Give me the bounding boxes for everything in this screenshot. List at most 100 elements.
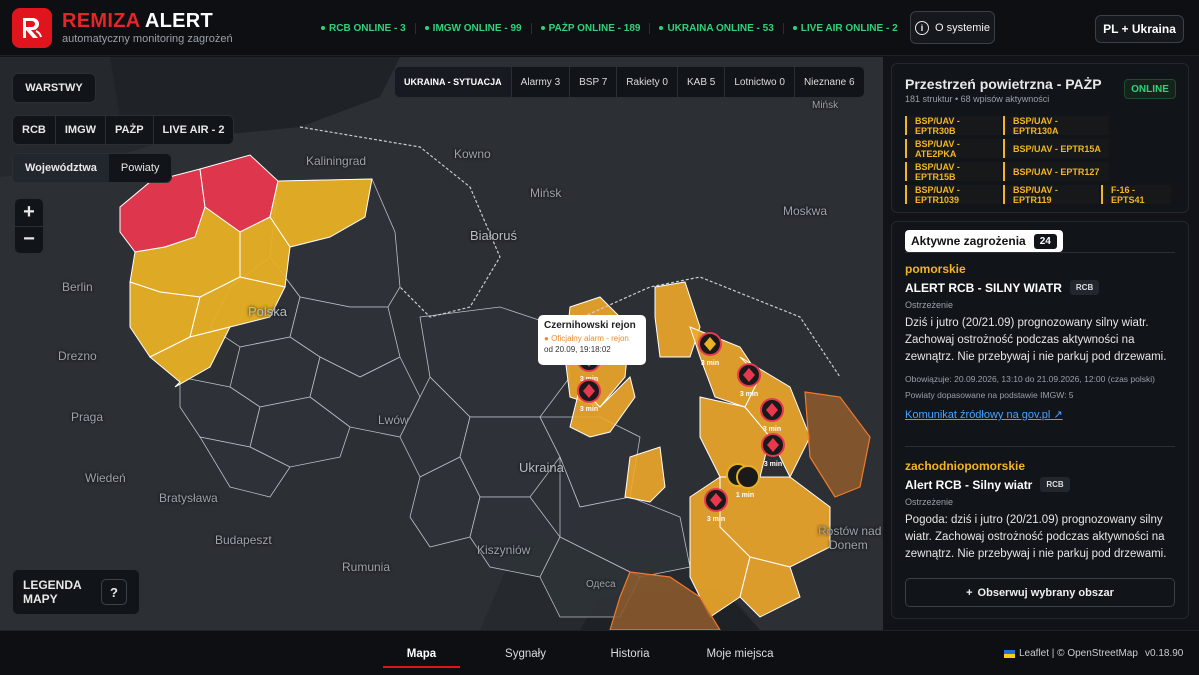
map-label-praga: Praga bbox=[71, 410, 104, 424]
map-label-moskwa: Moskwa bbox=[783, 204, 828, 218]
threat-marker[interactable]: 3 min bbox=[698, 332, 722, 367]
map-label-berlin: Berlin bbox=[62, 280, 93, 294]
layer-tab-pazp[interactable]: PAŻP bbox=[105, 116, 153, 144]
zoom-out-button[interactable]: − bbox=[15, 227, 43, 254]
nav-moje-miejsca[interactable]: Moje miejsca bbox=[700, 631, 780, 675]
airspace-chip[interactable]: BSP/UAV - EPTR130A bbox=[1003, 116, 1109, 136]
situation-tab-nieznane[interactable]: Nieznane 6 bbox=[793, 67, 864, 97]
region-tab-powiaty[interactable]: Powiaty bbox=[109, 154, 172, 182]
legend-button[interactable]: LEGENDA MAPY ? bbox=[12, 569, 140, 615]
situation-tab-summary[interactable]: UKRAINA - SYTUACJA bbox=[395, 67, 511, 97]
brand-name: REMIZA ALERT bbox=[62, 10, 213, 33]
nav-mapa[interactable]: Mapa bbox=[383, 631, 460, 675]
threat-marker[interactable]: 3 min bbox=[737, 363, 761, 398]
airspace-chip[interactable]: BSP/UAV - EPTR30B bbox=[905, 116, 1001, 136]
situation-tabs: UKRAINA - SYTUACJA Alarmy 3 BSP 7 Rakiet… bbox=[394, 66, 865, 98]
threat-marker[interactable]: 3 min bbox=[761, 433, 785, 468]
nav-sygnaly[interactable]: Sygnały bbox=[492, 631, 559, 675]
region-tabs: Województwa Powiaty bbox=[12, 153, 173, 183]
alert-type: Ostrzeżenie bbox=[905, 300, 954, 310]
map-label-bratyslawa: Bratysława bbox=[159, 491, 218, 505]
map-label-budapeszt: Budapeszt bbox=[215, 533, 272, 547]
help-icon[interactable]: ? bbox=[101, 579, 127, 605]
popup-alarm: ● Oficjalny alarm - rejon bbox=[544, 334, 629, 343]
map-label-rostow-2: Donem bbox=[829, 538, 868, 552]
popup-date: od 20.09, 19:18:02 bbox=[544, 345, 611, 354]
airspace-chip[interactable]: BSP/UAV - EPTR127 bbox=[1003, 162, 1109, 181]
alert-card[interactable]: pomorskie ALERT RCB - SILNY WIATR RCB Os… bbox=[905, 262, 1175, 421]
status-ukraina: UKRAINA ONLINE - 53 bbox=[649, 22, 782, 34]
layer-tab-live-air[interactable]: LIVE AIR - 2 bbox=[152, 116, 234, 144]
threat-marker[interactable]: 3 min bbox=[760, 398, 784, 433]
about-button[interactable]: i O systemie bbox=[910, 11, 995, 44]
situation-tab-lotnictwo[interactable]: Lotnictwo 0 bbox=[724, 67, 794, 97]
alert-card[interactable]: zachodniopomorskie Alert RCB - Silny wia… bbox=[905, 459, 1175, 563]
observe-area-button[interactable]: + Obserwuj wybrany obszar bbox=[905, 578, 1175, 607]
layer-tab-imgw[interactable]: IMGW bbox=[54, 116, 105, 144]
airspace-chip[interactable]: BSP/UAV - EPTR1039 bbox=[905, 185, 1001, 205]
marker-time: 3 min bbox=[701, 360, 719, 367]
airspace-chip[interactable]: BSP/UAV - EPTR15A bbox=[1003, 139, 1109, 158]
map-label-lwow: Lwów bbox=[378, 413, 409, 427]
map-label-kiszyniow: Kiszyniów bbox=[477, 543, 531, 557]
airspace-chip[interactable]: BSP/UAV - ATE2PKA bbox=[905, 139, 1001, 159]
layer-tab-rcb[interactable]: RCB bbox=[13, 116, 55, 144]
airspace-chips: BSP/UAV - EPTR30B BSP/UAV - EPTR130A BSP… bbox=[905, 116, 1185, 205]
info-icon: i bbox=[914, 20, 929, 35]
map-label-rumunia: Rumunia bbox=[342, 560, 391, 574]
alert-description: Pogoda: dziś i jutro (20/21.09) prognozo… bbox=[905, 514, 1167, 560]
threats-header: Aktywne zagrożenia 24 bbox=[905, 230, 1063, 252]
map-label-rostow-1: Rostów nad bbox=[818, 524, 882, 538]
airspace-chip[interactable]: BSP/UAV - EPTR15B bbox=[905, 162, 1001, 182]
marker-time: 3 min bbox=[764, 461, 782, 468]
situation-tab-rakiety[interactable]: Rakiety 0 bbox=[616, 67, 677, 97]
divider bbox=[905, 252, 1175, 253]
status-pazp: PAŻP ONLINE - 189 bbox=[530, 22, 650, 34]
airspace-chip[interactable]: BSP/UAV - EPTR119 bbox=[1003, 185, 1099, 205]
map-label-odessa: Одеса bbox=[586, 579, 616, 590]
layer-tabs: RCB IMGW PAŻP LIVE AIR - 2 bbox=[12, 115, 235, 145]
tagline: automatyczny monitoring zagrożeń bbox=[62, 33, 233, 45]
situation-tab-kab[interactable]: KAB 5 bbox=[676, 67, 724, 97]
marker-time: 3 min bbox=[763, 426, 781, 433]
threats-panel: Aktywne zagrożenia 24 pomorskie ALERT RC… bbox=[891, 221, 1189, 619]
status-rcb: RCB ONLINE - 3 bbox=[312, 23, 415, 34]
situation-tab-bsp[interactable]: BSP 7 bbox=[569, 67, 616, 97]
remiza-logo-icon bbox=[23, 18, 42, 38]
layers-button[interactable]: WARSTWY bbox=[12, 73, 96, 103]
alert-title: ALERT RCB - SILNY WIATR RCB bbox=[905, 280, 1175, 295]
situation-tab-alarmy[interactable]: Alarmy 3 bbox=[510, 67, 569, 97]
nav-historia[interactable]: Historia bbox=[598, 631, 662, 675]
threat-marker[interactable]: 3 min bbox=[704, 488, 728, 523]
legend-label: LEGENDA MAPY bbox=[23, 578, 82, 606]
divider bbox=[905, 446, 1175, 447]
region-tab-wojewodztwa[interactable]: Województwa bbox=[13, 154, 109, 182]
zoom-in-button[interactable]: + bbox=[15, 199, 43, 227]
app-header: REMIZA ALERT automatyczny monitoring zag… bbox=[0, 0, 1199, 56]
marker-time: 3 min bbox=[707, 516, 725, 523]
airspace-chip[interactable]: F-16 - EPTS41 bbox=[1101, 185, 1171, 205]
status-live-air: LIVE AIR ONLINE - 2 bbox=[782, 22, 907, 34]
status-imgw: IMGW ONLINE - 99 bbox=[414, 22, 531, 34]
brand-part1: REMIZA bbox=[62, 10, 140, 32]
alert-type: Ostrzeżenie bbox=[905, 497, 954, 507]
airspace-title: Przestrzeń powietrzna - PAŻP bbox=[905, 76, 1102, 92]
source-link[interactable]: Komunikat źródłowy na gov.pl ↗ bbox=[905, 408, 1175, 421]
source-badge: RCB bbox=[1069, 280, 1100, 295]
status-dot-icon bbox=[792, 26, 797, 30]
map-label-drezno: Drezno bbox=[58, 349, 97, 363]
threat-marker[interactable]: 3 min bbox=[577, 379, 601, 413]
threats-count-badge: 24 bbox=[1033, 233, 1057, 249]
map-label-kowno: Kowno bbox=[454, 147, 491, 161]
brand-part2: ALERT bbox=[144, 10, 214, 32]
map-label-minsk-small: Mińsk bbox=[812, 100, 839, 111]
language-button[interactable]: PL + Ukraina bbox=[1095, 15, 1184, 43]
map-label-wieden: Wiedeń bbox=[85, 471, 126, 485]
alert-region: zachodniopomorskie bbox=[905, 459, 1026, 473]
marker-time: 3 min bbox=[580, 406, 598, 413]
map-label-minsk: Mińsk bbox=[530, 186, 562, 200]
status-bar: RCB ONLINE - 3 IMGW ONLINE - 99 PAŻP ONL… bbox=[312, 0, 907, 56]
alert-validity: Obowiązuje: 20.09.2026, 13:10 do 21.09.2… bbox=[905, 374, 1155, 384]
airspace-online-badge: ONLINE bbox=[1124, 79, 1176, 99]
map-view[interactable]: 3 min 3 min 3 min 3 min 3 min 1 min 3 mi… bbox=[0, 57, 883, 630]
